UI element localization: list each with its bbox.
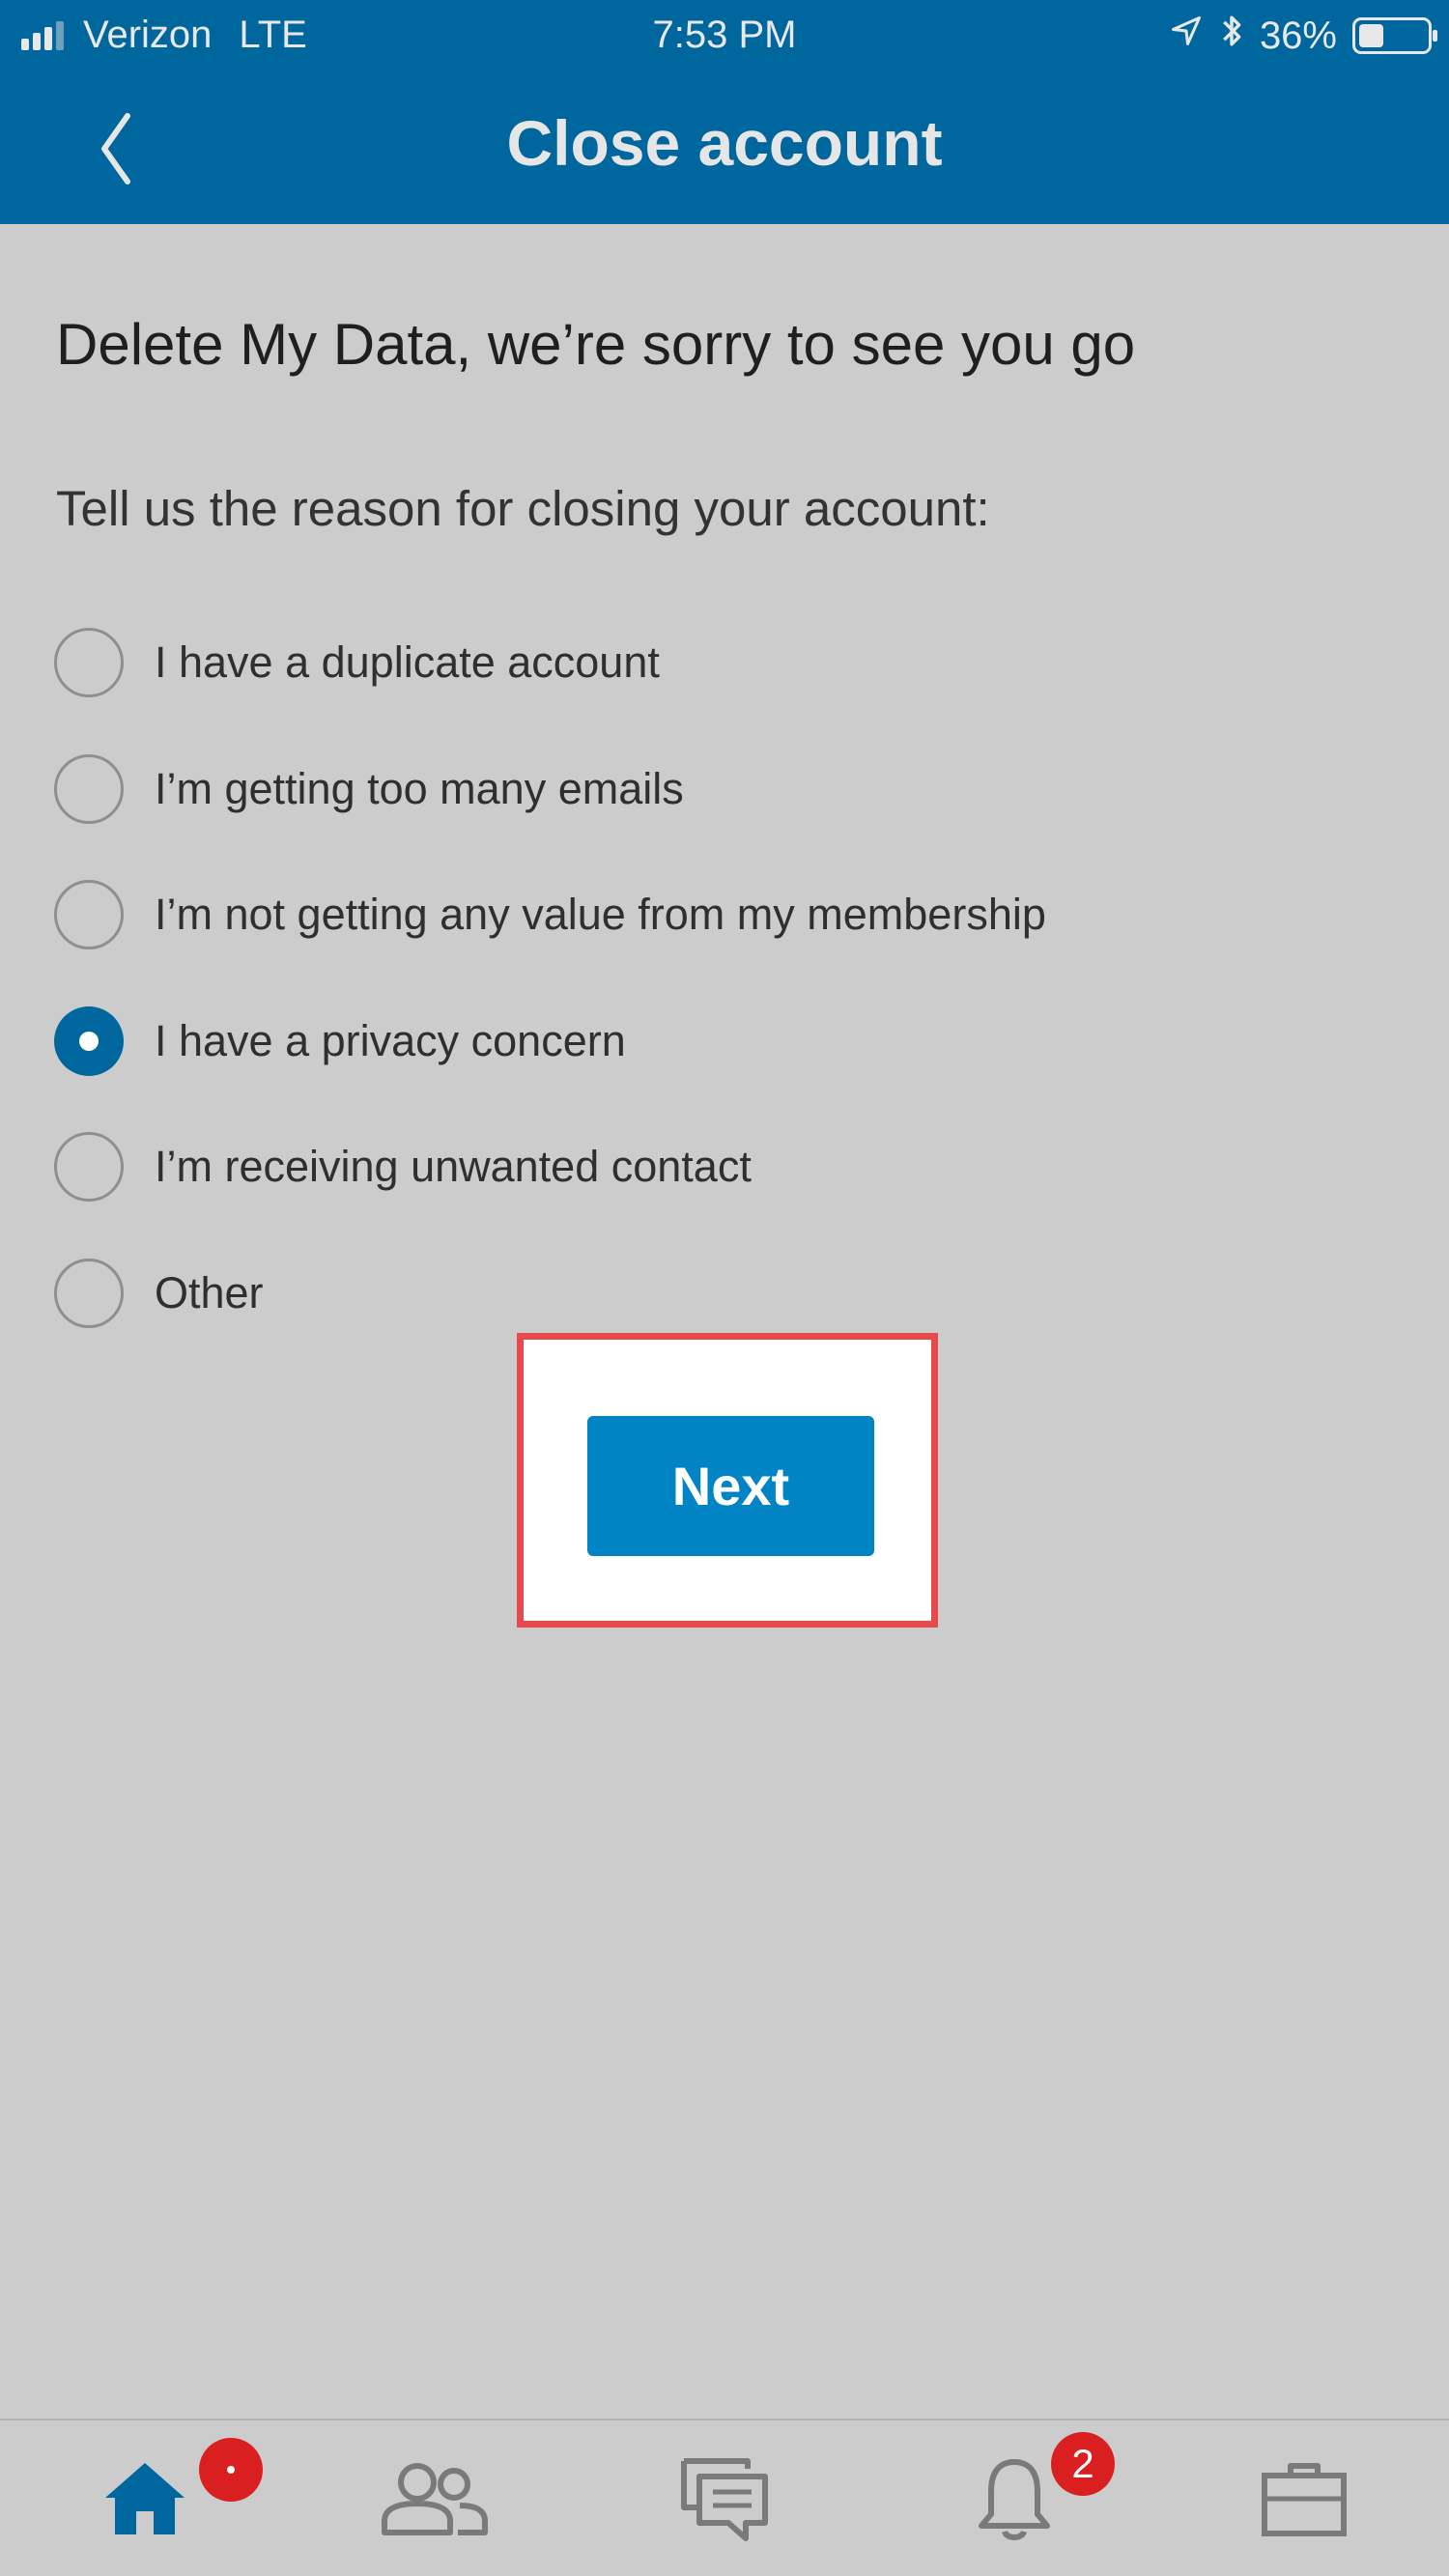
home-icon <box>105 2462 185 2534</box>
battery-icon <box>1352 17 1437 54</box>
tab-network[interactable] <box>367 2420 502 2576</box>
status-bar: Verizon LTE 7:53 PM 36% <box>0 0 1449 73</box>
reason-label: Other <box>155 1267 264 1317</box>
status-right: 36% <box>1169 12 1437 60</box>
notifications-badge: 2 <box>1051 2432 1115 2496</box>
people-icon <box>382 2462 488 2535</box>
tab-notifications[interactable]: 2 <box>947 2420 1115 2576</box>
battery-percent: 36% <box>1259 14 1337 57</box>
nav-bar: Close account <box>0 73 1449 224</box>
next-button[interactable]: Next <box>587 1416 874 1556</box>
reason-options: I have a duplicate account I’m getting t… <box>54 600 1406 1356</box>
home-badge <box>199 2438 263 2502</box>
reason-label: I’m receiving unwanted contact <box>155 1142 752 1192</box>
radio-button[interactable] <box>54 880 124 950</box>
reason-prompt: Tell us the reason for closing your acco… <box>56 481 990 536</box>
tab-messaging[interactable] <box>657 2420 792 2576</box>
location-arrow-icon <box>1169 14 1204 58</box>
radio-button[interactable] <box>54 1258 124 1328</box>
radio-button[interactable] <box>54 628 124 698</box>
reason-option-too-many-emails[interactable]: I’m getting too many emails <box>54 726 1406 853</box>
bell-icon <box>979 2458 1050 2540</box>
next-button-highlight: Next <box>517 1333 938 1628</box>
bluetooth-icon <box>1219 12 1244 60</box>
reason-label: I’m getting too many emails <box>155 763 684 813</box>
bottom-tab-bar: 2 <box>0 2419 1449 2576</box>
reason-option-no-value[interactable]: I’m not getting any value from my member… <box>54 852 1406 978</box>
tab-home[interactable] <box>77 2420 263 2576</box>
radio-button[interactable] <box>54 1005 124 1076</box>
reason-label: I’m not getting any value from my member… <box>155 890 1046 940</box>
app-header: Verizon LTE 7:53 PM 36% Close account <box>0 0 1449 224</box>
reason-label: I have a duplicate account <box>155 637 660 688</box>
messages-icon <box>681 2457 768 2541</box>
reason-option-privacy[interactable]: I have a privacy concern <box>54 978 1406 1105</box>
radio-button[interactable] <box>54 1132 124 1203</box>
reason-option-duplicate[interactable]: I have a duplicate account <box>54 600 1406 726</box>
briefcase-icon <box>1262 2462 1347 2536</box>
reason-label: I have a privacy concern <box>155 1015 626 1065</box>
page-title: Close account <box>506 107 943 179</box>
tab-jobs[interactable] <box>1236 2420 1372 2576</box>
reason-option-unwanted-contact[interactable]: I’m receiving unwanted contact <box>54 1104 1406 1231</box>
section-heading: Delete My Data, we’re sorry to see you g… <box>56 312 1136 377</box>
radio-button[interactable] <box>54 753 124 824</box>
